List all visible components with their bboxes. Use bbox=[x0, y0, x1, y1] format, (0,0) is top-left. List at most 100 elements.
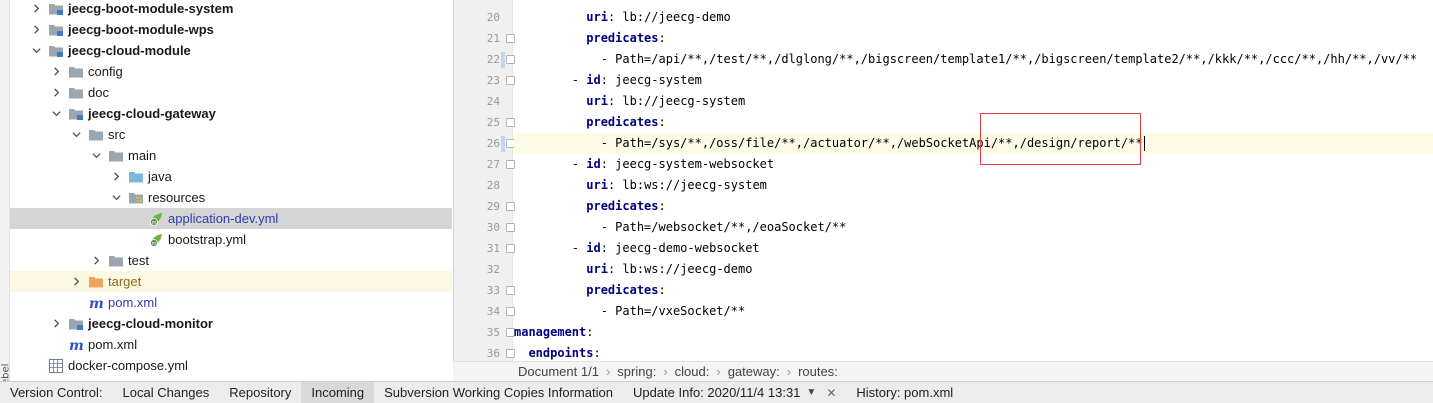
change-marker[interactable] bbox=[501, 52, 505, 68]
line-number: 27 bbox=[486, 158, 500, 171]
code-text: - Path=/websocket/**,/eoaSocket/** bbox=[600, 220, 847, 234]
code-line: uri: lb://jeecg-demo bbox=[586, 10, 731, 24]
editor-breadcrumb: Document 1/1 › spring: › cloud: › gateway: › rou… bbox=[453, 361, 1433, 381]
line-number: 36 bbox=[486, 347, 500, 360]
breadcrumb-item[interactable]: Document 1/1 bbox=[518, 364, 599, 379]
chevron-right-icon[interactable] bbox=[90, 255, 102, 267]
tree-row[interactable]: java bbox=[10, 166, 452, 187]
code-editor[interactable]: 20 21 22 23 24 25 26 27 28 29 30 31 32 33 34 35 36 uri: … bbox=[453, 0, 1433, 361]
bottom-tab-label: History: pom.xml bbox=[856, 385, 954, 400]
code-line: management: bbox=[514, 325, 594, 339]
yaml-key: uri bbox=[586, 10, 608, 24]
code-line: predicates: bbox=[586, 31, 666, 45]
line-number: 30 bbox=[486, 221, 500, 234]
line-number: 21 bbox=[486, 32, 500, 45]
tree-row-label: application-dev.yml bbox=[168, 211, 279, 226]
breadcrumb-separator: › bbox=[786, 364, 792, 379]
chevron-right-icon[interactable] bbox=[50, 66, 62, 78]
chevron-down-icon[interactable] bbox=[90, 150, 102, 162]
tree-row[interactable]: config bbox=[10, 61, 452, 82]
folder-icon bbox=[68, 85, 84, 101]
bottom-tab[interactable]: Repository bbox=[219, 382, 301, 403]
tree-row-label: jeecg-boot-module-system bbox=[68, 1, 234, 16]
tree-row-label: pom.xml bbox=[88, 337, 138, 352]
tree-row-label: docker-compose.yml bbox=[68, 358, 188, 373]
breadcrumb-item[interactable]: spring: bbox=[617, 364, 656, 379]
line-number: 23 bbox=[486, 74, 500, 87]
breadcrumb-separator: › bbox=[663, 364, 668, 379]
maven-icon: m bbox=[68, 337, 84, 353]
tree-row-label: target bbox=[108, 274, 142, 289]
tree-row[interactable]: jeecg-cloud-gateway bbox=[10, 103, 452, 124]
module-folder-icon bbox=[48, 43, 64, 59]
tree-row[interactable]: jeecg-cloud-module bbox=[10, 40, 452, 61]
bottom-tab[interactable]: Subversion Working Copies Information bbox=[374, 382, 623, 403]
chevron-right-icon[interactable] bbox=[30, 3, 42, 15]
tree-row[interactable]: src bbox=[10, 124, 452, 145]
annotation-highlight-box bbox=[980, 113, 1141, 165]
code-line: - Path=/api/**,/test/**,/dlglong/**,/big… bbox=[514, 49, 1433, 70]
bottom-tab[interactable]: History: pom.xml bbox=[846, 382, 963, 403]
line-number: 26 bbox=[486, 137, 500, 150]
tree-row[interactable]: m pom.xml bbox=[10, 334, 452, 355]
excluded-folder-icon bbox=[88, 274, 104, 290]
breadcrumb-item[interactable]: gateway: bbox=[728, 364, 780, 379]
folder-icon bbox=[68, 64, 84, 80]
tree-row-label: main bbox=[128, 148, 157, 163]
close-icon[interactable]: ✕ bbox=[826, 386, 836, 400]
yaml-key: id bbox=[586, 73, 601, 87]
code-line: uri: lb:ws://jeecg-system bbox=[586, 178, 767, 192]
tree-row[interactable]: target bbox=[10, 271, 452, 292]
tree-row[interactable]: jeecg-cloud-monitor bbox=[10, 313, 452, 334]
chevron-right-icon[interactable] bbox=[110, 171, 122, 183]
tree-row-label: java bbox=[148, 169, 172, 184]
line-number: 34 bbox=[486, 305, 500, 318]
tree-row[interactable]: jeecg-boot-module-wps bbox=[10, 19, 452, 40]
tree-row[interactable]: jeecg-boot-module-system bbox=[10, 0, 452, 19]
yaml-key: predicates bbox=[586, 283, 659, 297]
yaml-value: jeecg-system-websocket bbox=[607, 157, 775, 171]
project-tree[interactable]: jeecg-boot-module-system jeecg-boot-modul… bbox=[10, 0, 452, 381]
code-line: predicates: bbox=[586, 283, 666, 297]
tree-row[interactable]: m application-dev.yml bbox=[10, 208, 452, 229]
bottom-tab[interactable]: Update Info: 2020/11/4 13:31 ▼ ✕ bbox=[623, 382, 846, 403]
tree-row[interactable]: doc bbox=[10, 82, 452, 103]
change-marker[interactable] bbox=[501, 136, 505, 152]
tree-row[interactable]: resources bbox=[10, 187, 452, 208]
chevron-right-icon[interactable] bbox=[50, 318, 62, 330]
yaml-key: endpoints bbox=[528, 346, 594, 360]
breadcrumb-item[interactable]: cloud: bbox=[675, 364, 710, 379]
code-line: - Path=/websocket/**,/eoaSocket/** bbox=[514, 217, 1433, 238]
chevron-down-icon[interactable] bbox=[30, 45, 42, 57]
bottom-tab-label: Local Changes bbox=[122, 385, 210, 400]
folder-icon bbox=[108, 148, 124, 164]
chevron-right-icon[interactable] bbox=[50, 87, 62, 99]
tree-row[interactable]: docker-compose.yml bbox=[10, 355, 452, 376]
code-text: - Path=/api/**,/test/**,/dlglong/**,/big… bbox=[600, 52, 1418, 66]
bottom-tab[interactable]: Incoming bbox=[301, 381, 375, 403]
yaml-key: id bbox=[586, 241, 601, 255]
tree-row[interactable]: test bbox=[10, 250, 452, 271]
code-line: uri: lb:ws://jeecg-demo bbox=[586, 262, 753, 276]
breadcrumb-item[interactable]: routes: bbox=[798, 364, 838, 379]
folder-icon bbox=[88, 127, 104, 143]
module-folder-icon bbox=[48, 1, 64, 17]
chevron-right-icon[interactable] bbox=[70, 276, 82, 288]
svg-text:m: m bbox=[89, 296, 104, 311]
dropdown-arrow-icon[interactable]: ▼ bbox=[806, 387, 816, 398]
tree-row[interactable]: m pom.xml bbox=[10, 292, 452, 313]
bottom-tab[interactable]: Local Changes bbox=[113, 382, 220, 403]
breadcrumb-separator: › bbox=[716, 364, 721, 379]
tree-row-label: pom.xml bbox=[108, 295, 158, 310]
chevron-right-icon[interactable] bbox=[30, 24, 42, 36]
code-line: - id: jeecg-demo-websocket bbox=[571, 241, 760, 255]
tree-row[interactable]: m bootstrap.yml bbox=[10, 229, 452, 250]
chevron-down-icon[interactable] bbox=[70, 129, 82, 141]
chevron-down-icon[interactable] bbox=[50, 108, 62, 120]
code-line: uri: lb://jeecg-system bbox=[586, 94, 746, 108]
code-line: predicates: bbox=[586, 115, 666, 129]
chevron-down-icon[interactable] bbox=[110, 192, 122, 204]
tree-row-label: config bbox=[88, 64, 123, 79]
tree-row[interactable]: main bbox=[10, 145, 452, 166]
bottom-tab-label: Subversion Working Copies Information bbox=[384, 385, 613, 400]
